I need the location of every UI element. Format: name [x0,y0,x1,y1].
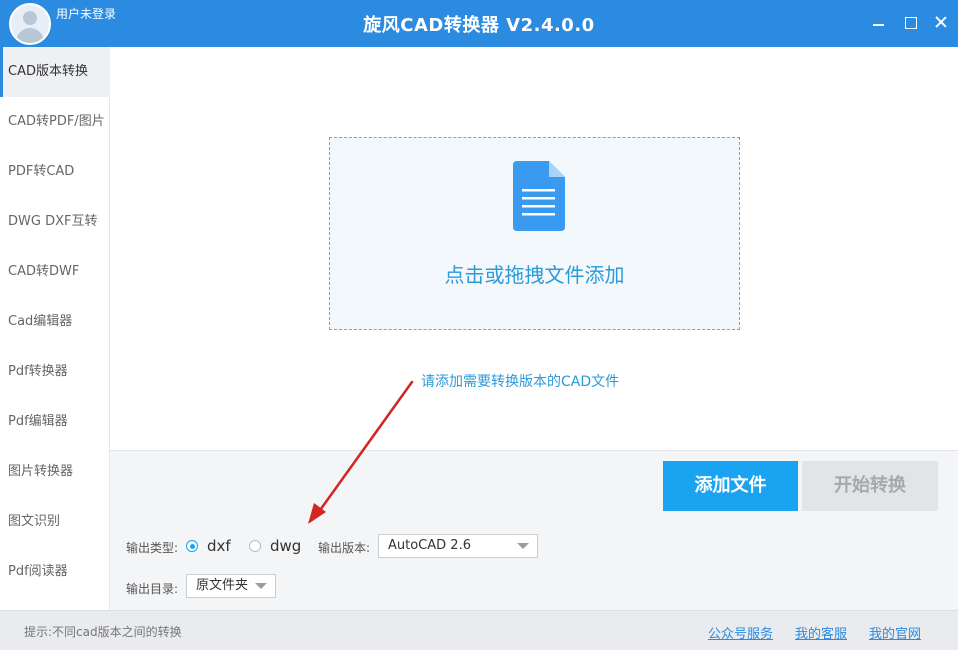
link-customer-service[interactable]: 我的客服 [795,623,847,642]
output-type-label: 输出类型: [126,541,179,555]
output-version-value: AutoCAD 2.6 [388,538,471,553]
title-bar: 用户未登录 旋风CAD转换器 V2.4.0.0 [0,0,958,47]
output-version-label: 输出版本: [318,541,371,555]
chevron-down-icon [255,583,267,589]
start-convert-button[interactable]: 开始转换 [802,461,938,511]
conversion-options-panel: 添加文件 开始转换 输出类型: dxf dwg 输出版本: AutoCAD 2.… [110,450,958,610]
output-dir-select[interactable]: 原文件夹 [186,574,276,598]
status-tip: 提示:不同cad版本之间的转换 [24,625,182,639]
status-bar: 提示:不同cad版本之间的转换 公众号服务 我的客服 我的官网 [0,610,958,650]
sidebar-item-image-converter[interactable]: 图片转换器 [0,447,110,497]
sidebar-item-dwg-dxf-convert[interactable]: DWG DXF互转 [0,197,110,247]
drop-zone-label: 点击或拖拽文件添加 [444,263,625,287]
minimize-icon[interactable] [870,13,888,31]
output-version-select[interactable]: AutoCAD 2.6 [378,534,538,558]
close-icon[interactable] [932,13,950,31]
radio-dxf-label[interactable]: dxf [207,537,231,555]
sidebar-item-cad-editor[interactable]: Cad编辑器 [0,297,110,347]
app-title: 旋风CAD转换器 V2.4.0.0 [363,15,595,36]
sidebar-item-cad-version-convert[interactable]: CAD版本转换 [0,47,110,97]
file-drop-zone[interactable]: 点击或拖拽文件添加 [329,137,740,330]
output-dir-value: 原文件夹 [196,578,249,593]
sidebar-item-pdf-to-cad[interactable]: PDF转CAD [0,147,110,197]
sidebar-item-pdf-editor[interactable]: Pdf编辑器 [0,397,110,447]
sidebar-item-cad-to-pdf-image[interactable]: CAD转PDF/图片 [0,97,110,147]
add-file-button[interactable]: 添加文件 [663,461,798,511]
document-icon [513,161,565,231]
radio-dxf[interactable] [186,540,198,552]
chevron-down-icon [517,543,529,549]
maximize-icon[interactable] [902,13,920,31]
sidebar-item-pdf-reader[interactable]: Pdf阅读器 [0,547,110,597]
sidebar-item-ocr[interactable]: 图文识别 [0,497,110,547]
sidebar-item-pdf-converter[interactable]: Pdf转换器 [0,347,110,397]
radio-dwg[interactable] [249,540,261,552]
sidebar-item-cad-to-dwf[interactable]: CAD转DWF [0,247,110,297]
output-dir-label: 输出目录: [126,582,179,596]
sidebar-nav: CAD版本转换 CAD转PDF/图片 PDF转CAD DWG DXF互转 CAD… [0,47,110,610]
link-wechat-service[interactable]: 公众号服务 [708,623,773,642]
radio-dwg-label[interactable]: dwg [270,537,301,555]
add-file-hint: 请添加需要转换版本的CAD文件 [421,374,620,390]
link-official-site[interactable]: 我的官网 [869,623,921,642]
